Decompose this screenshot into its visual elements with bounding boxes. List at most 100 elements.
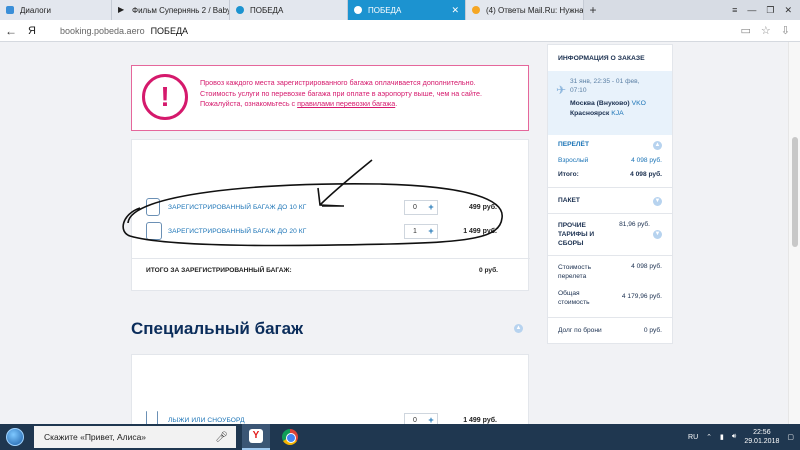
address-bar: ← Я booking.pobeda.aero ПОБЕДА ▭ ☆ ⇩ — [0, 20, 800, 42]
route-from: Москва (Внуково) VKO — [570, 99, 646, 109]
search-placeholder: Скажите «Привет, Алиса» — [44, 432, 147, 442]
flight-cost-label-line: Стоимость — [558, 264, 592, 271]
tray-chevron-icon[interactable]: ⌃ — [706, 433, 712, 441]
notifications-icon[interactable]: ▢ — [787, 433, 794, 441]
play-icon: ▶ — [118, 5, 125, 14]
baggage-price: 499 руб. — [469, 203, 497, 211]
warning-line: Стоимость услуги по перевозке багажа при… — [200, 88, 483, 98]
baggage-price: 1 499 руб. — [463, 227, 497, 235]
pobeda-icon — [236, 6, 244, 14]
warning-text: Провоз каждого места зарегистрированного… — [200, 78, 522, 110]
scrollbar-thumb[interactable] — [792, 137, 798, 247]
baggage-label: ЗАРЕГИСТРИРОВАННЫЙ БАГАЖ ДО 20 КГ — [168, 227, 307, 235]
warning-line-prefix: Пожалуйста, ознакомьтесь с — [200, 99, 296, 108]
baggage-total-label: ИТОГО ЗА ЗАРЕГИСТРИРОВАННЫЙ БАГАЖ: — [146, 267, 292, 274]
package-label: ПАКЕТ — [558, 197, 580, 204]
divider — [548, 187, 672, 188]
flight-section-label: ПЕРЕЛЁТ — [558, 141, 589, 148]
new-tab-button[interactable]: + — [584, 0, 602, 20]
windows-taskbar: Скажите «Привет, Алиса» 🎤︎ Y RU ⌃ ▮ 🔊︎ 2… — [0, 424, 800, 450]
taskbar-chrome[interactable] — [276, 424, 304, 450]
back-arrow-icon[interactable]: ← — [0, 24, 22, 38]
adult-label: Взрослый — [558, 157, 589, 164]
window-controls: ≡ — ❐ ✕ — [732, 0, 800, 20]
total-cost-label-line: Общая — [558, 290, 580, 297]
total-cost-value: 4 179,96 руб. — [621, 293, 662, 300]
baggage-total-value: 0 руб. — [478, 267, 498, 274]
fees-label-line: СБОРЫ — [558, 240, 584, 247]
pobeda-icon — [354, 6, 362, 14]
special-price: 1 499 руб. — [463, 416, 497, 424]
chrome-icon — [282, 429, 298, 445]
download-icon[interactable]: ⇩ — [781, 24, 790, 37]
tab-label: (4) Ответы Mail.Ru: Нужна — [486, 5, 584, 15]
tab-label: Диалоги — [20, 5, 51, 15]
flight-cost-label-line: перелета — [558, 273, 587, 280]
taskbar-yandex-browser[interactable]: Y — [242, 424, 270, 450]
tab-mailru[interactable]: (4) Ответы Mail.Ru: Нужна — [466, 0, 584, 20]
language-indicator[interactable]: RU — [688, 434, 698, 441]
tab-label: ПОБЕДА — [368, 5, 402, 15]
volume-icon[interactable]: 🔊︎ — [732, 433, 736, 441]
order-info-title: ИНФОРМАЦИЯ О ЗАКАЗЕ — [558, 55, 645, 62]
special-baggage-title: Специальный багаж — [131, 319, 304, 338]
url-text[interactable]: booking.pobeda.aero — [60, 26, 145, 36]
divider — [132, 258, 530, 259]
flight-time: 31 янв, 22:35 - 01 фев, 07:10 — [570, 77, 640, 95]
plus-icon[interactable]: + — [425, 202, 437, 212]
expand-icon[interactable]: ▼ — [653, 197, 662, 206]
reader-icon[interactable]: ▭ — [741, 24, 751, 37]
start-button[interactable] — [0, 424, 30, 450]
quantity-stepper[interactable]: 0 + — [404, 412, 438, 424]
bookmark-star-icon[interactable]: ☆ — [761, 24, 771, 37]
quantity-value[interactable]: 1 — [405, 228, 425, 235]
yandex-logo-icon[interactable]: Я — [22, 25, 42, 37]
route-to: Красноярск KJA — [570, 109, 646, 119]
fees-label-line: ТАРИФЫ И — [558, 231, 595, 238]
network-icon[interactable]: ▮ — [720, 433, 724, 441]
flight-time-line: 07:10 — [570, 87, 587, 94]
plus-icon[interactable]: + — [425, 415, 437, 424]
yandex-browser-icon: Y — [249, 429, 263, 443]
menu-icon[interactable]: ≡ — [732, 5, 737, 15]
quantity-stepper[interactable]: 1 + — [404, 223, 438, 239]
alice-search-box[interactable]: Скажите «Привет, Алиса» 🎤︎ — [34, 426, 236, 448]
tab-movie[interactable]: ▶ Фильм Супернянь 2 / Baby — [112, 0, 230, 20]
special-row-ski: ЛЫЖИ ИЛИ СНОУБОРД 0 + 1 499 руб. — [132, 409, 530, 424]
expand-icon[interactable]: ▼ — [653, 230, 662, 239]
quantity-value[interactable]: 0 — [405, 204, 425, 211]
clock-time: 22:56 — [753, 429, 771, 436]
close-icon[interactable]: ✕ — [447, 5, 459, 16]
plus-icon[interactable]: + — [425, 226, 437, 236]
adult-price: 4 098 руб. — [631, 157, 662, 164]
quantity-stepper[interactable]: 0 + — [404, 199, 438, 215]
total-cost-label: Общая стоимость — [558, 289, 590, 307]
mailru-icon — [472, 6, 480, 14]
page-scrollbar[interactable] — [788, 42, 800, 424]
tab-label: Фильм Супернянь 2 / Baby — [132, 5, 230, 15]
fees-label-line: ПРОЧИЕ — [558, 222, 586, 229]
collapse-icon[interactable]: ▲ — [653, 141, 662, 150]
system-tray: RU ⌃ ▮ 🔊︎ 22:56 29.01.2018 ▢ — [688, 428, 800, 446]
close-window-icon[interactable]: ✕ — [784, 5, 792, 16]
flight-cost-label: Стоимость перелета — [558, 263, 591, 281]
exclamation-icon: ! — [142, 74, 188, 120]
dialogs-icon — [6, 6, 14, 14]
fees-label: ПРОЧИЕ ТАРИФЫ И СБОРЫ — [558, 221, 594, 248]
collapse-icon[interactable]: ▲ — [514, 324, 523, 333]
from-city: Москва (Внуково) — [570, 100, 630, 107]
tab-pobeda-1[interactable]: ПОБЕДА — [230, 0, 348, 20]
subtotal-value: 4 098 руб. — [630, 171, 662, 178]
special-label: ЛЫЖИ ИЛИ СНОУБОРД — [168, 416, 245, 424]
baggage-label: ЗАРЕГИСТРИРОВАННЫЙ БАГАЖ ДО 10 КГ — [168, 203, 307, 211]
restore-icon[interactable]: ❐ — [766, 5, 774, 16]
baggage-rules-link[interactable]: правилами перевозки багажа — [297, 99, 395, 108]
microphone-icon[interactable]: 🎤︎ — [215, 432, 228, 443]
flight-route: Москва (Внуково) VKO Красноярск KJA — [570, 99, 646, 119]
minimize-icon[interactable]: — — [747, 5, 756, 15]
tab-dialogs[interactable]: Диалоги — [0, 0, 112, 20]
clock[interactable]: 22:56 29.01.2018 — [744, 428, 779, 446]
tab-pobeda-2[interactable]: ПОБЕДА ✕ — [348, 0, 466, 20]
quantity-value[interactable]: 0 — [405, 417, 425, 424]
clock-date: 29.01.2018 — [744, 438, 780, 445]
